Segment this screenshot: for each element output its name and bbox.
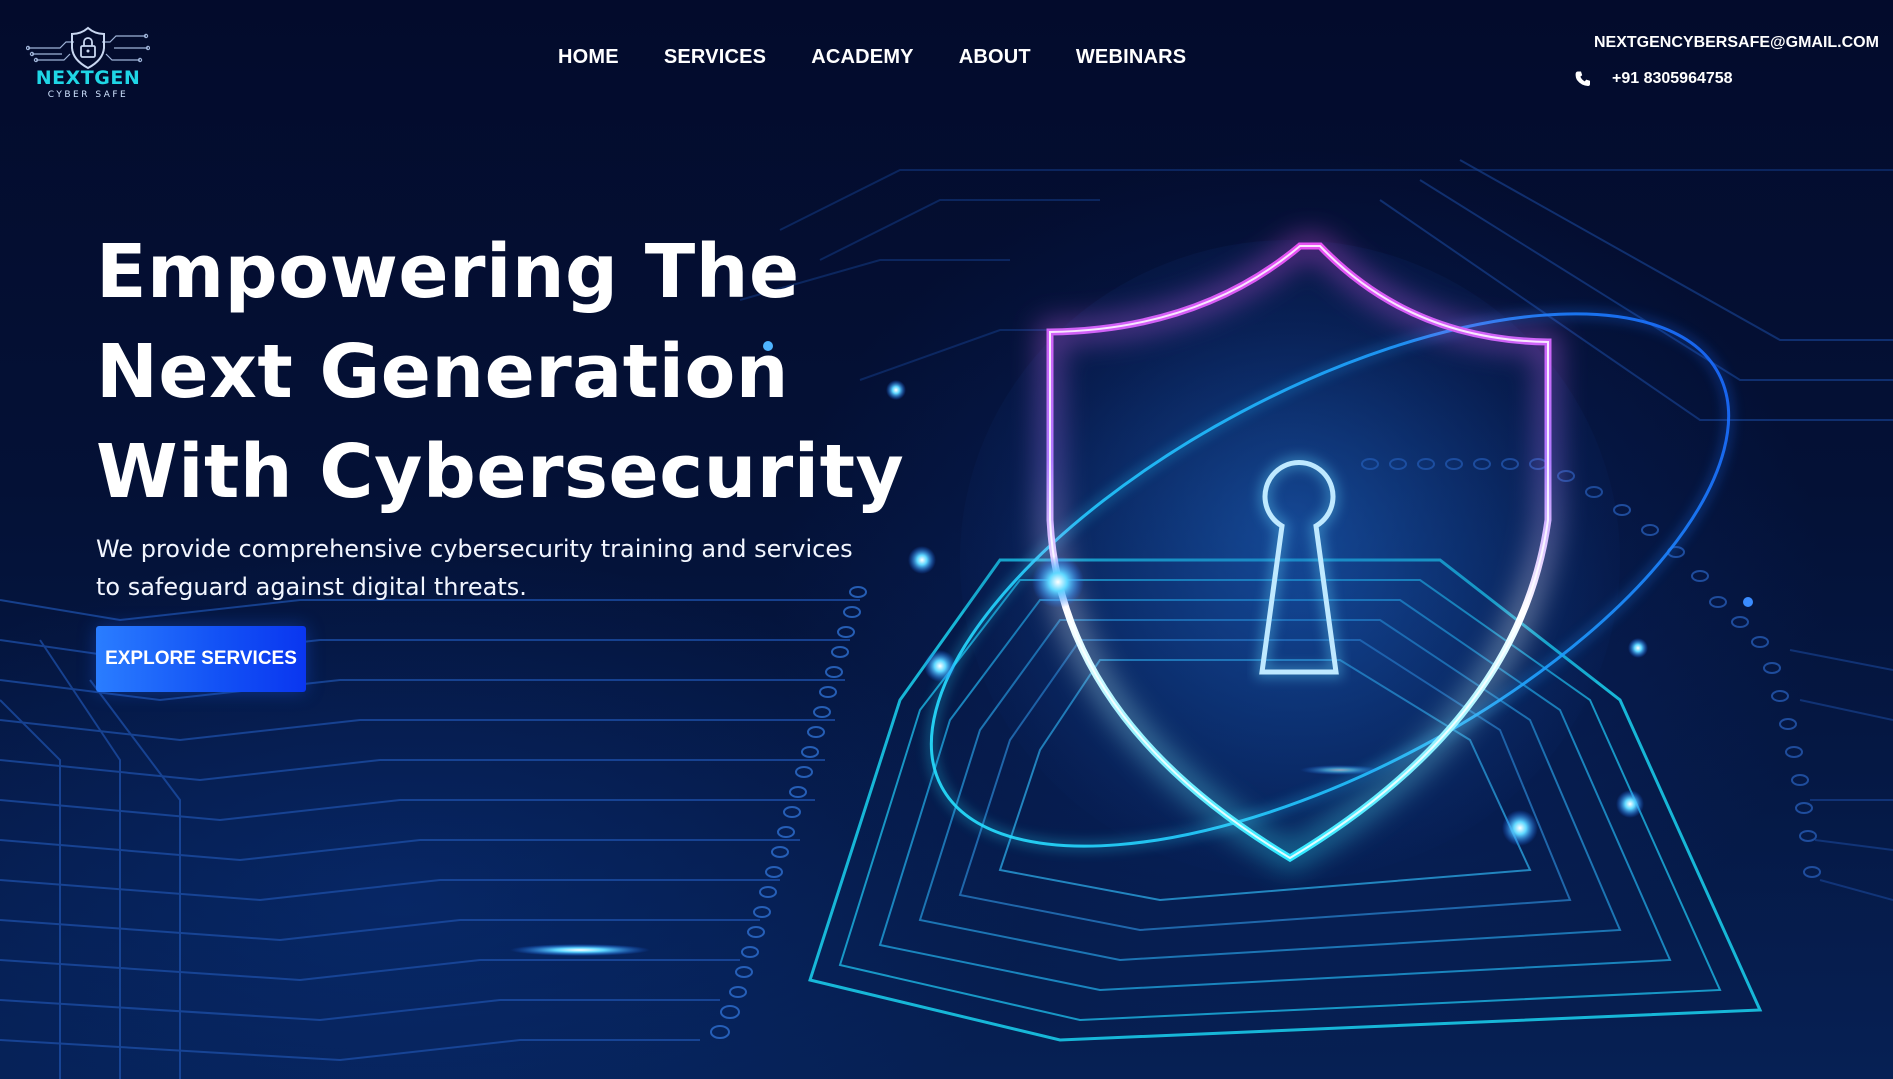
explore-services-button[interactable]: EXPLORE SERVICES <box>96 626 306 692</box>
nav-item-home[interactable]: HOME <box>558 46 619 69</box>
nav-item-webinars[interactable]: WEBINARS <box>1076 46 1187 69</box>
brand-tagline: CYBER SAFE <box>47 90 129 100</box>
hero-title-line-1: Empowering The <box>96 229 800 315</box>
landing-page: NEXTGEN CYBER SAFE HOME SERVICES ACADEMY… <box>0 0 1893 1079</box>
contact-email-text: NEXTGENCYBERSAFE@GMAIL.COM <box>1594 34 1879 51</box>
contact-email[interactable]: NEXTGENCYBERSAFE@GMAIL.COM <box>1574 32 1879 54</box>
hero-description: We provide comprehensive cybersecurity t… <box>96 535 853 601</box>
contact-phone-text: +91 8305964758 <box>1612 70 1733 87</box>
shield-lock-icon <box>26 26 150 70</box>
hero-title-line-2: Next Generation <box>96 329 789 415</box>
phone-icon <box>1575 71 1590 86</box>
hero-section: Empowering The Next Generation With Cybe… <box>96 222 905 606</box>
hero-title: Empowering The Next Generation With Cybe… <box>96 222 905 522</box>
contact-phone[interactable]: +91 8305964758 <box>1574 68 1874 90</box>
brand-logo[interactable]: NEXTGEN CYBER SAFE <box>26 26 150 104</box>
main-nav: HOME SERVICES ACADEMY ABOUT WEBINARS <box>558 46 1231 69</box>
nav-item-academy[interactable]: ACADEMY <box>811 46 914 69</box>
nav-item-services[interactable]: SERVICES <box>664 46 766 69</box>
contact-info: NEXTGENCYBERSAFE@GMAIL.COM +91 830596475… <box>1574 32 1879 104</box>
nav-item-about[interactable]: ABOUT <box>959 46 1031 69</box>
left-circuit-nodes <box>710 586 867 1039</box>
hero-title-line-3: With Cybersecurity <box>96 429 905 515</box>
brand-name: NEXTGEN <box>35 67 141 89</box>
